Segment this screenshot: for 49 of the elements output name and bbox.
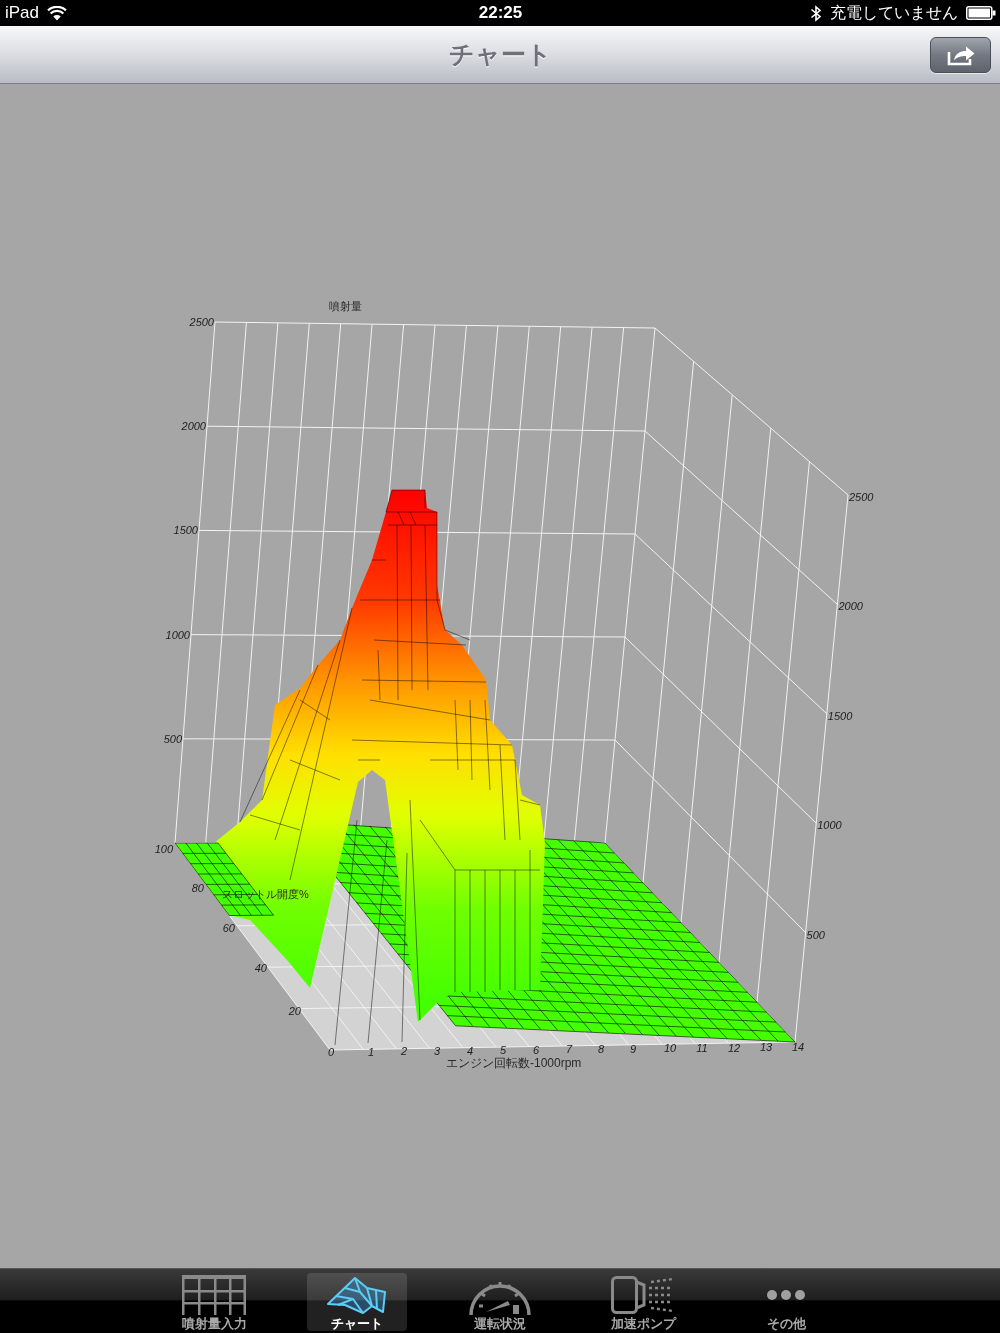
bluetooth-icon xyxy=(810,4,822,22)
tab[interactable]: 加速ポンプ xyxy=(593,1273,693,1331)
device-name: iPad xyxy=(5,3,40,23)
throttle-axis-tick: 100 xyxy=(154,843,173,855)
tab[interactable]: チャート xyxy=(307,1273,407,1331)
z-axis-tick: 1000 xyxy=(817,819,842,832)
battery-icon xyxy=(966,6,996,20)
z-axis-tick: 2500 xyxy=(849,491,874,503)
rpm-axis-tick: 0 xyxy=(327,1046,335,1058)
tab[interactable]: 運転状況 xyxy=(450,1273,550,1331)
z-axis-tick: 500 xyxy=(806,928,825,941)
rpm-axis-tick: 2 xyxy=(400,1045,408,1058)
rpm-axis-tick: 6 xyxy=(532,1043,540,1056)
z-axis-tick: 500 xyxy=(163,732,182,745)
z-axis-tick: 2000 xyxy=(838,600,863,613)
rpm-axis-tick: 8 xyxy=(597,1043,605,1056)
rpm-axis-tick: 5 xyxy=(499,1044,507,1057)
rpm-axis-tick: 14 xyxy=(791,1041,805,1053)
throttle-axis-tick: 60 xyxy=(222,922,235,934)
spray-nozzle-icon xyxy=(611,1276,675,1314)
throttle-axis-tick: 20 xyxy=(288,1005,301,1017)
tab[interactable]: その他 xyxy=(736,1273,836,1331)
rpm-axis-tick: 11 xyxy=(696,1042,708,1055)
z-axis-tick: 2500 xyxy=(189,316,214,328)
rpm-axis-tick: 1 xyxy=(367,1045,375,1058)
more-icon xyxy=(766,1289,806,1301)
share-button[interactable] xyxy=(930,36,991,73)
nav-title: チャート xyxy=(448,39,552,70)
status-time: 22:25 xyxy=(478,3,523,23)
rpm-axis-tick: 4 xyxy=(466,1044,474,1057)
grid-icon xyxy=(182,1275,246,1315)
throttle-axis-tick: 80 xyxy=(191,882,204,894)
rpm-axis-tick: 3 xyxy=(433,1044,441,1057)
z-axis-title: 噴射量 xyxy=(328,300,362,312)
rpm-axis-tick: 7 xyxy=(565,1043,573,1056)
rpm-axis-tick: 10 xyxy=(663,1042,677,1055)
tab[interactable]: 噴射量入力 xyxy=(164,1273,264,1331)
z-axis-tick: 2000 xyxy=(181,420,206,433)
z-axis-tick: 1500 xyxy=(827,709,853,722)
rpm-axis-tick: 13 xyxy=(759,1041,773,1054)
rpm-axis-tick: 9 xyxy=(629,1042,637,1055)
rpm-axis-tick: 12 xyxy=(727,1041,741,1054)
z-axis-tick: 1500 xyxy=(173,524,198,537)
rpm-axis-title: エンジン回転数-1000rpm xyxy=(446,1056,582,1070)
wifi-icon xyxy=(47,5,68,21)
z-axis-tick: 1000 xyxy=(165,628,190,641)
charging-status: 充電していません xyxy=(830,2,958,23)
throttle-axis-tick: 40 xyxy=(254,962,267,974)
surface-chart-icon xyxy=(326,1275,388,1315)
